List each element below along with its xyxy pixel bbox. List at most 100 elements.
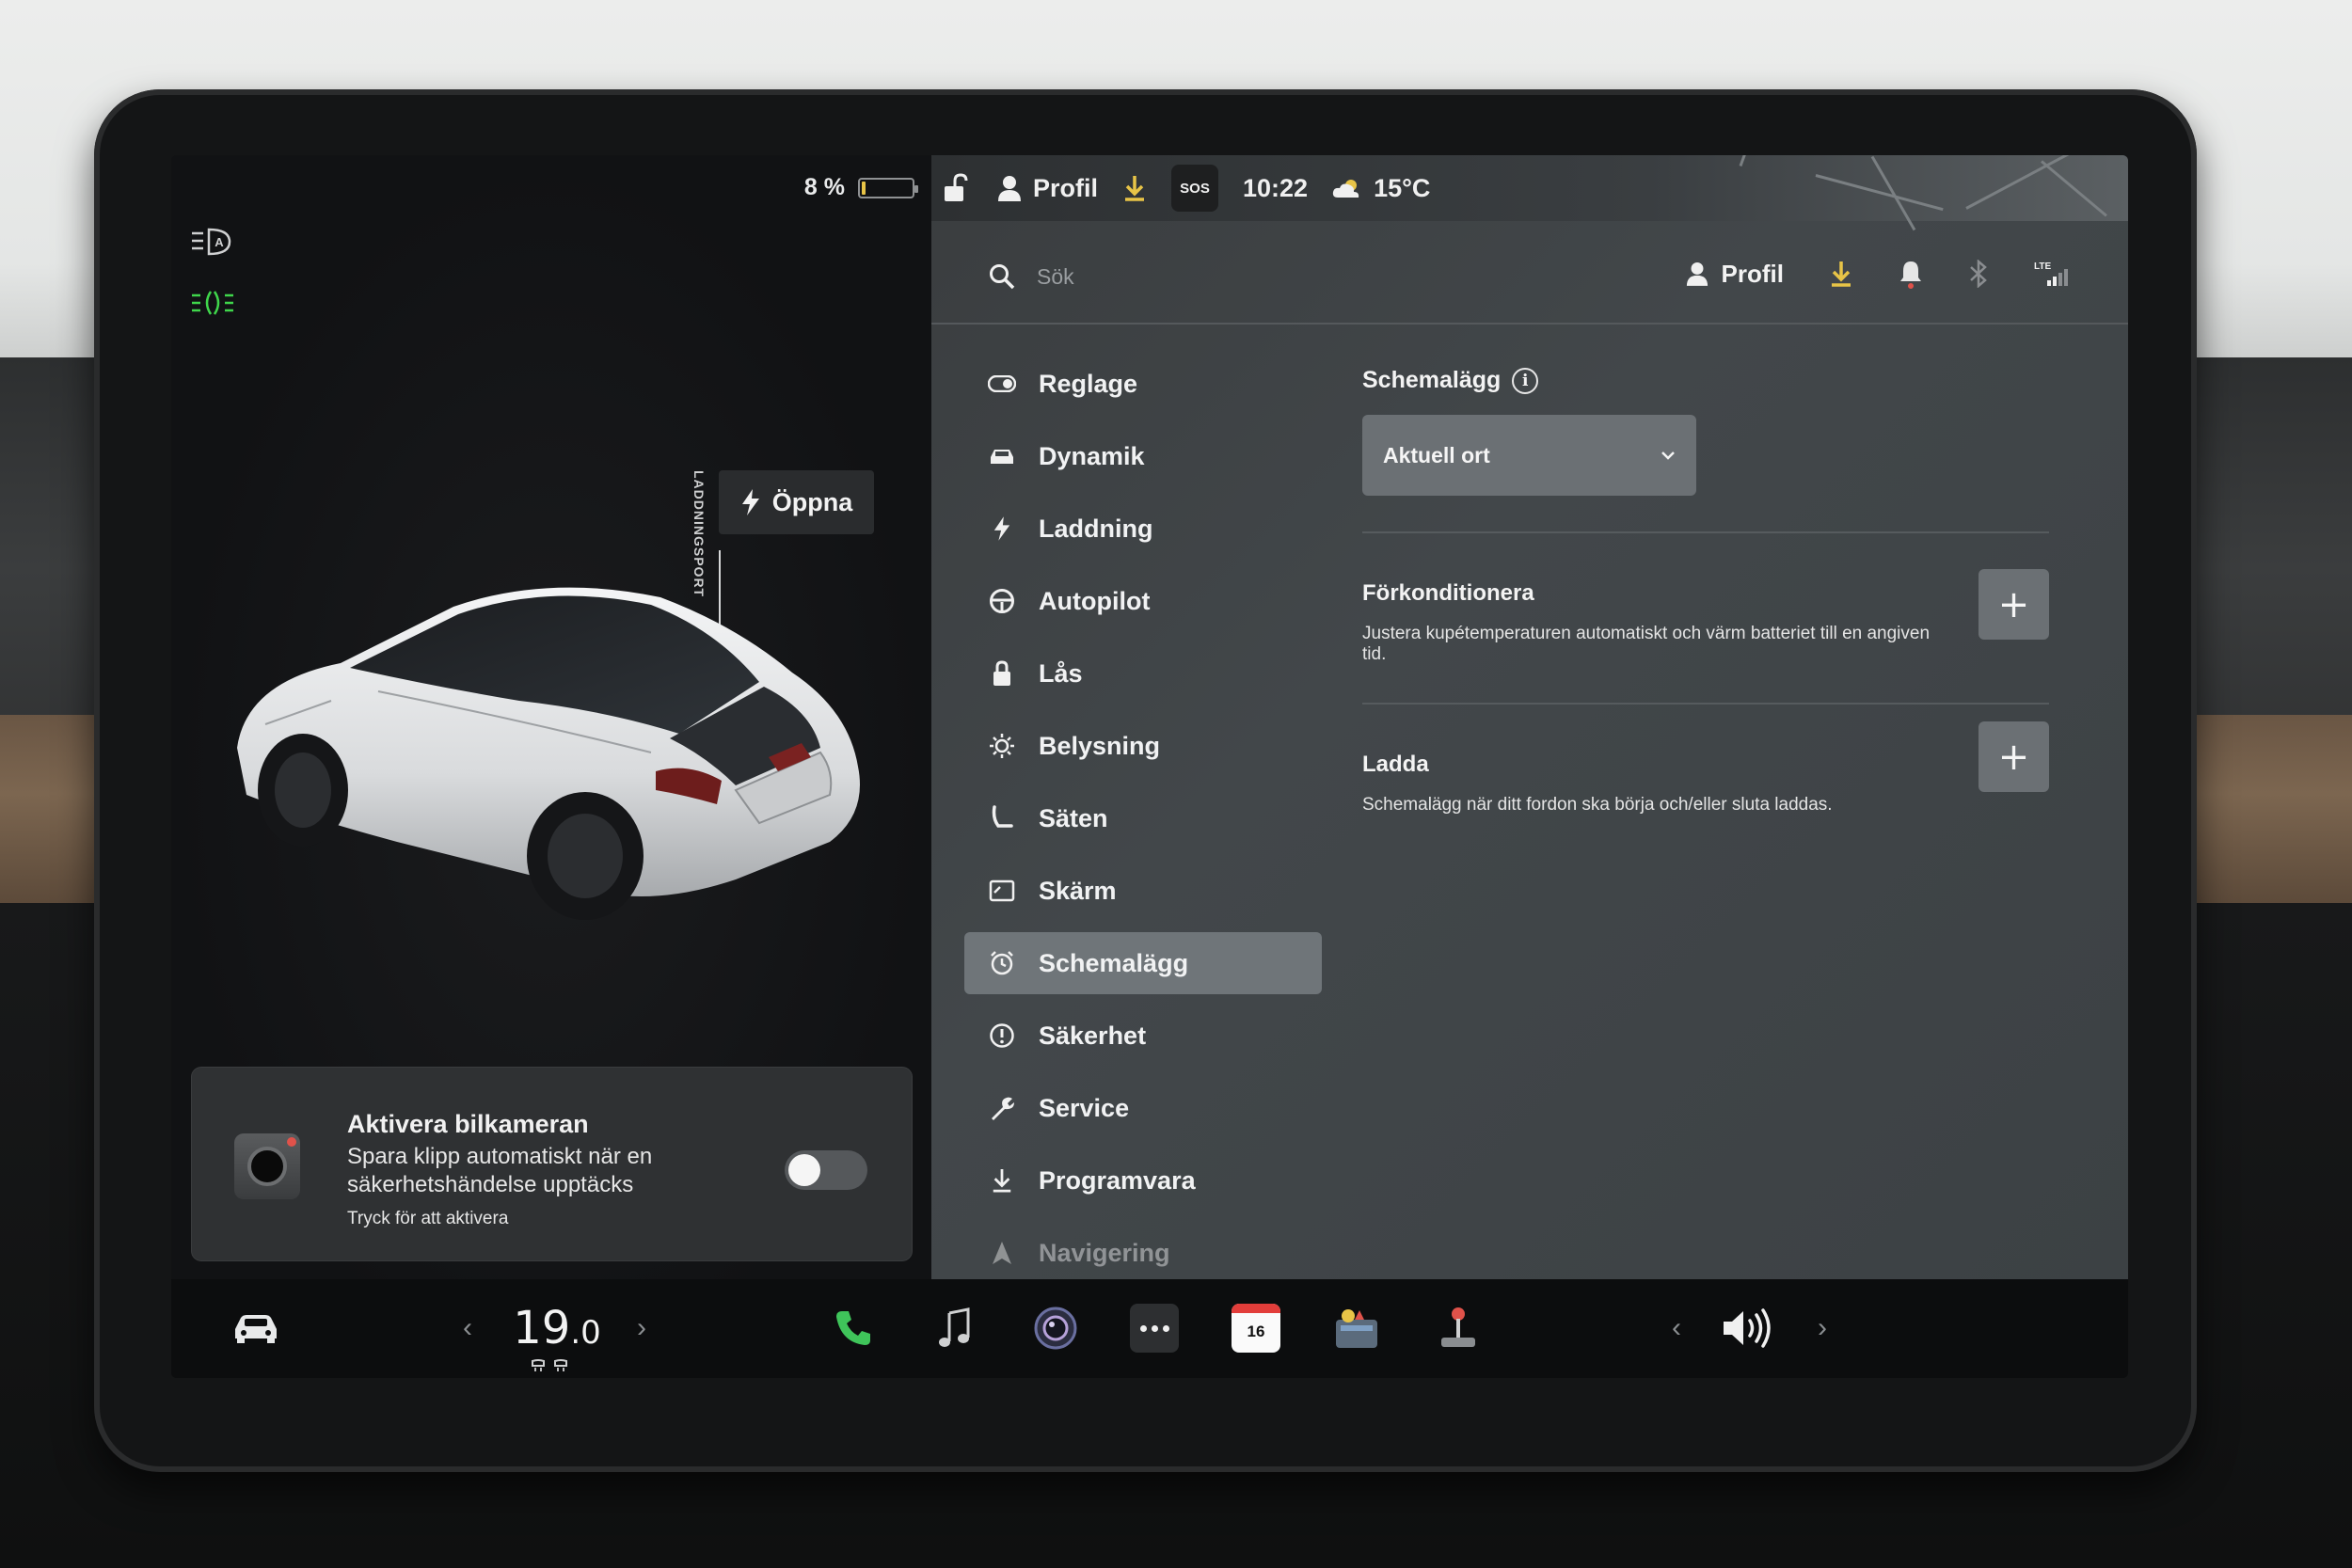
toggle-knob [788,1154,820,1186]
steering-wheel-icon [988,587,1016,615]
car-model-image[interactable] [209,569,886,936]
settings-menu: Reglage Dynamik Laddning Autopilot Lås B… [964,353,1322,1294]
outside-temperature: 15°C [1374,173,1431,202]
seat-icon [988,804,1016,832]
sun-icon [988,732,1016,760]
charge-schedule-section: Ladda Schemalägg när ditt fordon ska bör… [1362,721,2049,864]
location-select-value: Aktuell ort [1383,442,1490,467]
menu-item-belysning[interactable]: Belysning [964,715,1322,777]
open-charge-port-label: Öppna [771,487,853,516]
menu-item-dynamik[interactable]: Dynamik [964,425,1322,487]
menu-label: Reglage [1039,369,1138,398]
speaker-icon [1724,1308,1771,1348]
alert-circle-icon [988,1022,1016,1050]
bell-icon[interactable] [1899,259,1923,289]
more-icon [1130,1304,1179,1353]
camera-icon [234,1133,300,1199]
bluetooth-icon[interactable] [1968,260,1989,288]
person-icon [1686,262,1708,286]
dashcam-toggle[interactable] [785,1150,867,1190]
add-precondition-button[interactable]: + [1979,569,2049,640]
schedule-heading: Schemalägg i [1362,367,2049,394]
info-icon[interactable]: i [1512,367,1539,394]
calendar-day: 16 [1247,1323,1265,1340]
weather: 15°C [1332,174,1430,203]
precondition-title: Förkonditionera [1362,580,1534,606]
menu-item-saten[interactable]: Säten [964,787,1322,849]
schedule-title: Schemalägg [1362,367,1502,393]
calendar-icon: 16 [1232,1304,1280,1353]
alarm-clock-icon [988,949,1016,977]
menu-item-skarm[interactable]: Skärm [964,860,1322,922]
dashcam-description: Spara klipp automatiskt när en säkerhets… [347,1144,653,1197]
camera-app-button[interactable] [1027,1300,1084,1356]
dashcam-card[interactable]: Aktivera bilkameran Spara klipp automati… [192,1068,912,1260]
download-icon[interactable] [1829,260,1853,288]
bolt-icon [988,515,1016,543]
menu-label: Skärm [1039,876,1117,905]
menu-label: Programvara [1039,1165,1196,1195]
more-apps-button[interactable] [1126,1300,1183,1356]
status-profile-label: Profil [1033,173,1099,202]
sos-button[interactable]: SOS [1171,165,1219,212]
calendar-button[interactable]: 16 [1228,1300,1284,1356]
car-button[interactable] [228,1300,284,1356]
search-input[interactable]: Sök [1037,264,1074,290]
charge-title: Ladda [1362,752,1429,777]
unlocked-icon[interactable] [941,173,973,203]
toggle-icon [988,370,1016,398]
menu-item-reglage[interactable]: Reglage [964,353,1322,415]
add-charge-schedule-button[interactable]: + [1979,721,2049,792]
touchscreen: 8 % A LADDNINGSPORT Öppna Aktivera bilka… [171,155,2128,1378]
download-icon[interactable] [1122,174,1147,202]
search-icon[interactable] [988,262,1016,291]
cloud-sun-icon [1332,180,1359,198]
menu-label: Dynamik [1039,441,1145,470]
phone-button[interactable] [825,1300,882,1356]
menu-item-service[interactable]: Service [964,1077,1322,1139]
open-charge-port-button[interactable]: Öppna [719,470,874,534]
climate-temperature[interactable]: 19.0 [501,1300,613,1356]
bottom-dock: ‹ 19.0 › 16 ‹ › [171,1279,2128,1378]
toybox-button[interactable] [1328,1300,1385,1356]
auto-headlights-icon[interactable]: A [190,226,235,258]
sos-label: SOS [1180,180,1210,197]
car-icon [235,1315,277,1343]
battery-status: 8 % [804,174,918,201]
music-button[interactable] [926,1300,982,1356]
menu-label: Säten [1039,803,1108,832]
temperature-integer: 19 [513,1302,571,1354]
temperature-decimal: .0 [570,1314,601,1352]
volume-up-arrow[interactable]: › [1808,1300,1836,1356]
arcade-button[interactable] [1430,1300,1486,1356]
menu-item-laddning[interactable]: Laddning [964,498,1322,560]
temp-up-arrow[interactable]: › [628,1300,656,1356]
menu-item-navigering[interactable]: Navigering [964,1222,1322,1284]
precondition-description: Justera kupétemperaturen automatiskt och… [1362,624,1931,664]
seat-heater-icon[interactable] [527,1356,574,1375]
menu-item-sakerhet[interactable]: Säkerhet [964,1005,1322,1067]
menu-item-las[interactable]: Lås [964,642,1322,705]
chevron-down-icon [1661,451,1675,460]
menu-item-programvara[interactable]: Programvara [964,1149,1322,1212]
parking-lights-icon[interactable] [190,287,235,319]
navigation-icon [988,1239,1016,1267]
settings-search-bar: Sök Profil LTE [931,230,2128,325]
status-profile[interactable]: Profil [997,174,1098,203]
menu-item-autopilot[interactable]: Autopilot [964,570,1322,632]
display-icon [988,877,1016,905]
bolt-icon [741,489,759,515]
svg-text:A: A [215,235,224,249]
menu-label: Service [1039,1093,1130,1122]
menu-item-schemalagg[interactable]: Schemalägg [964,932,1322,994]
location-select[interactable]: Aktuell ort [1362,415,1696,496]
menu-label: Laddning [1039,514,1153,543]
volume-button[interactable] [1714,1300,1780,1356]
temp-down-arrow[interactable]: ‹ [453,1300,482,1356]
dashcam-hint: Tryck för att aktivera [347,1209,509,1228]
header-profile[interactable]: Profil [1686,260,1784,289]
phone-icon [836,1311,870,1345]
charge-description: Schemalägg när ditt fordon ska börja och… [1362,795,1833,815]
car-panel: 8 % A LADDNINGSPORT Öppna Aktivera bilka… [171,155,931,1279]
volume-down-arrow[interactable]: ‹ [1662,1300,1691,1356]
